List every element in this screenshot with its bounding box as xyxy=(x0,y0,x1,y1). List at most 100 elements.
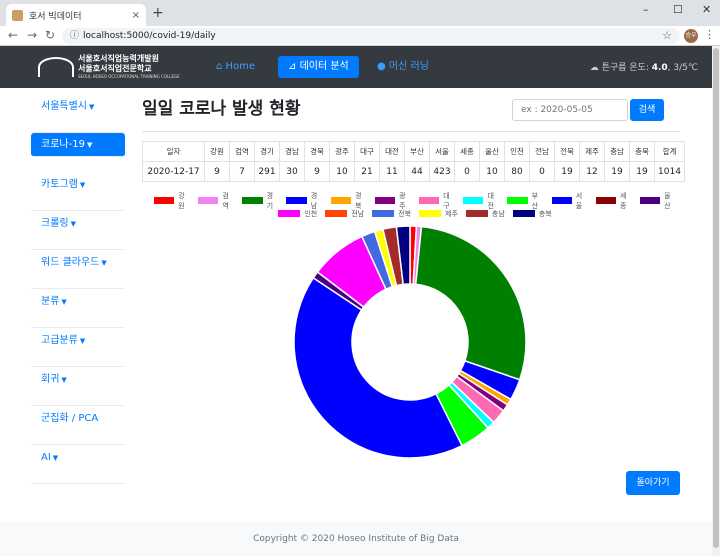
table-cell: 80 xyxy=(504,161,530,182)
forward-arrow-icon[interactable]: → xyxy=(27,28,37,42)
legend-item[interactable]: 대전 xyxy=(463,191,499,211)
legend-swatch xyxy=(198,197,219,204)
site-navbar: 서울호서직업능력개발원 서울호서직업전문학교 SEOUL HOSEO OCCUP… xyxy=(0,46,712,88)
legend-item[interactable]: 경북 xyxy=(330,191,367,211)
nav-machine-learning-label: 머신 러닝 xyxy=(388,61,429,72)
table-cell: 30 xyxy=(279,161,305,182)
profile-avatar[interactable]: 승우 xyxy=(684,29,698,43)
sidebar-item-crawling[interactable]: 크롤링 ▼ xyxy=(31,211,125,250)
brain-icon: ● xyxy=(377,61,386,72)
legend-item[interactable]: 울산 xyxy=(639,191,676,211)
table-cell: 0 xyxy=(529,161,555,182)
sidebar-item-label: 분류 xyxy=(41,296,60,307)
covid-daily-table: 일자 강원 검역 경기 경남 경북 광주 대구 대전 부산 서울 세종 울산 인천 전남 전북 제주 충남 충북 합계… xyxy=(142,141,685,182)
caret-down-icon: ▼ xyxy=(101,259,107,267)
legend-item[interactable]: 인천 xyxy=(278,209,317,219)
table-header-cell: 울산 xyxy=(479,141,505,162)
sidebar-item-wordcloud[interactable]: 워드 클라우드 ▼ xyxy=(31,250,125,289)
legend-item[interactable]: 강원 xyxy=(153,191,190,211)
legend-item[interactable]: 부산 xyxy=(507,191,543,211)
reload-icon[interactable]: ↻ xyxy=(45,28,55,42)
table-header-cell: 경남 xyxy=(279,141,305,162)
legend-item[interactable]: 경남 xyxy=(286,191,322,211)
table-header-cell: 경북 xyxy=(304,141,330,162)
legend-item[interactable]: 광주 xyxy=(374,191,411,211)
legend-label: 경북 xyxy=(354,191,362,210)
sidebar-item-seoul[interactable]: 서울특별시 ▼ xyxy=(31,94,125,133)
nav-data-analysis[interactable]: ⊿ 데이터 분석 xyxy=(278,56,359,78)
table-cell: 10 xyxy=(479,161,505,182)
back-arrow-icon[interactable]: ← xyxy=(8,28,18,42)
legend-item[interactable]: 검역 xyxy=(198,191,234,211)
legend-item[interactable]: 충북 xyxy=(512,209,552,219)
legend-label: 전북 xyxy=(398,209,411,218)
scrollbar-thumb[interactable] xyxy=(713,48,719,548)
legend-item[interactable]: 경기 xyxy=(242,191,278,211)
search-button[interactable]: 검색 xyxy=(630,99,664,121)
page-footer: Copyright © 2020 Hoseo Institute of Big … xyxy=(0,522,712,556)
weather-range: , 3/5℃ xyxy=(667,63,698,73)
table-header-cell: 전남 xyxy=(529,141,555,162)
info-icon[interactable]: ⓘ xyxy=(70,31,79,41)
home-icon: ⌂ xyxy=(216,61,223,72)
sidebar-item-cartogram[interactable]: 카토그램 ▼ xyxy=(31,172,125,211)
cloud-icon: ☁ xyxy=(589,63,599,73)
sidebar-item-advanced-classification[interactable]: 고급분류 ▼ xyxy=(31,328,125,367)
legend-item[interactable]: 서울 xyxy=(551,191,588,211)
table-cell: 19 xyxy=(554,161,580,182)
page-scrollbar[interactable] xyxy=(712,46,720,556)
legend-label: 검역 xyxy=(222,191,229,210)
legend-swatch xyxy=(372,210,395,217)
favicon-icon xyxy=(12,9,23,21)
caret-down-icon: ▼ xyxy=(89,103,95,111)
caret-down-icon: ▼ xyxy=(70,220,76,228)
url-field[interactable]: ⓘ localhost:5000/covid-19/daily ☆ xyxy=(62,28,680,44)
legend-swatch xyxy=(639,197,661,204)
legend-item[interactable]: 제주 xyxy=(419,209,458,219)
legend-label: 인천 xyxy=(304,209,318,218)
close-tab-icon[interactable]: × xyxy=(132,10,140,21)
nav-home[interactable]: ⌂ Home xyxy=(206,56,265,78)
table-cell: 9 xyxy=(304,161,330,182)
donut-slice-서울[interactable] xyxy=(293,276,463,459)
sidebar-item-covid19[interactable]: 코로나-19 ▼ xyxy=(31,133,125,157)
sidebar-item-label: 서울특별시 xyxy=(41,101,87,112)
table-cell: 423 xyxy=(429,161,455,182)
close-window-button[interactable]: ✕ xyxy=(702,3,711,16)
table-header-cell: 전북 xyxy=(554,141,580,162)
table-header-cell: 부산 xyxy=(404,141,430,162)
legend-item[interactable]: 대구 xyxy=(419,191,455,211)
back-button[interactable]: 돌아가기 xyxy=(626,471,680,495)
table-header-cell: 제주 xyxy=(579,141,605,162)
minimize-button[interactable]: – xyxy=(643,3,649,16)
date-search-input[interactable]: ex : 2020-05-05 xyxy=(512,99,628,121)
nav-home-label: Home xyxy=(225,61,256,72)
legend-item[interactable]: 세종 xyxy=(595,191,632,211)
caret-down-icon: ▼ xyxy=(52,454,59,462)
weather-prefix: 튼구름 온도: xyxy=(601,63,652,73)
legend-swatch xyxy=(551,197,572,204)
browser-tab[interactable]: 호서 빅데이터 × xyxy=(6,4,146,26)
sidebar-item-regression[interactable]: 회귀 ▼ xyxy=(31,367,125,406)
donut-slice-경기[interactable] xyxy=(414,225,527,381)
caret-down-icon: ▼ xyxy=(61,298,67,306)
sidebar-item-clustering-pca[interactable]: 군집화 / PCA xyxy=(31,406,125,445)
sidebar-item-classification[interactable]: 분류 ▼ xyxy=(31,289,125,328)
table-header-cell: 충북 xyxy=(629,141,655,162)
browser-menu-icon[interactable]: ⋮ xyxy=(704,28,715,41)
legend-label: 대구 xyxy=(443,191,450,210)
legend-item[interactable]: 충남 xyxy=(465,209,505,219)
table-cell: 7 xyxy=(229,161,255,182)
maximize-button[interactable]: ☐ xyxy=(673,3,683,16)
caret-down-icon: ▼ xyxy=(86,141,93,149)
bookmark-star-icon[interactable]: ☆ xyxy=(662,28,672,44)
nav-machine-learning[interactable]: ● 머신 러닝 xyxy=(367,56,439,78)
new-tab-button[interactable]: + xyxy=(152,5,164,21)
table-header-row: 일자 강원 검역 경기 경남 경북 광주 대구 대전 부산 서울 세종 울산 인천 전남 전북 제주 충남 충북 합계 xyxy=(142,141,685,162)
sidebar-item-ai[interactable]: AI ▼ xyxy=(31,445,125,484)
site-logo[interactable]: 서울호서직업능력개발원 서울호서직업전문학교 SEOUL HOSEO OCCUP… xyxy=(38,54,180,80)
legend-item[interactable]: 전북 xyxy=(372,209,411,219)
legend-item[interactable]: 전남 xyxy=(325,209,364,219)
table-cell: 44 xyxy=(404,161,430,182)
address-bar: ← → ↻ ⓘ localhost:5000/covid-19/daily ☆ 승… xyxy=(0,26,720,46)
